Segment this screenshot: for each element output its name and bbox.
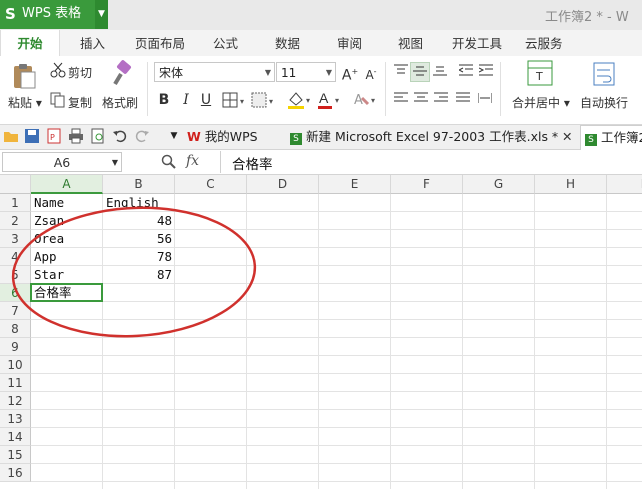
- tab-review[interactable]: 审阅: [337, 30, 362, 56]
- ribbon-divider: [385, 62, 386, 116]
- font-size-select[interactable]: 11 ▼: [276, 62, 336, 82]
- font-name-value: 宋体: [159, 66, 184, 80]
- tab-cloud[interactable]: 云服务: [525, 30, 563, 56]
- print-preview-icon[interactable]: [90, 128, 106, 144]
- tab-insert[interactable]: 插入: [80, 30, 105, 56]
- underline-icon[interactable]: U: [196, 90, 216, 110]
- decrease-indent-icon[interactable]: [456, 62, 476, 82]
- doc-tab-workbook2[interactable]: S 工作簿2: [580, 125, 642, 150]
- title-bar: S WPS 表格 ▼ 工作簿2 * - W: [0, 0, 642, 31]
- tab-formulas[interactable]: 公式: [213, 30, 238, 56]
- svg-text:A: A: [354, 93, 363, 108]
- align-left-icon[interactable]: [391, 90, 411, 110]
- tab-home[interactable]: 开始: [0, 30, 60, 56]
- bold-icon[interactable]: B: [154, 90, 174, 110]
- fill-color-icon[interactable]: ▾: [286, 90, 316, 113]
- formula-divider: [220, 151, 221, 173]
- svg-text:A: A: [319, 90, 329, 106]
- svg-text:▾: ▾: [240, 97, 244, 106]
- align-right-icon[interactable]: [431, 90, 451, 110]
- svg-text:P: P: [50, 133, 55, 142]
- wps-w-icon: W: [187, 129, 201, 144]
- doc-tab-label: 新建 Microsoft Excel 97-2003 工作表.xls *: [305, 129, 559, 144]
- save-icon[interactable]: [24, 128, 40, 144]
- undo-icon[interactable]: [112, 128, 128, 144]
- svg-text:T: T: [535, 70, 543, 83]
- copy-icon[interactable]: [50, 92, 66, 111]
- window-title: 工作簿2 * - W: [545, 10, 629, 25]
- format-painter-icon[interactable]: [106, 60, 134, 91]
- svg-text:▾: ▾: [335, 96, 339, 105]
- tab-view[interactable]: 视图: [398, 30, 423, 56]
- app-name: WPS 表格: [22, 6, 82, 21]
- scissors-icon[interactable]: [50, 62, 66, 81]
- svg-text:▾: ▾: [269, 97, 273, 106]
- format-painter-button[interactable]: 格式刷: [102, 94, 138, 111]
- merge-center-label: 合并居中: [512, 96, 561, 110]
- ribbon-divider: [500, 62, 501, 116]
- paste-icon[interactable]: [10, 62, 38, 90]
- customize-toolbar-icon[interactable]: ▼: [166, 128, 182, 144]
- increase-indent-icon[interactable]: [476, 62, 496, 82]
- wps-logo-icon: S: [5, 5, 16, 23]
- insert-function-icon[interactable]: fx: [186, 153, 199, 169]
- decrease-font-icon[interactable]: A-: [361, 62, 381, 82]
- formula-bar: A6 ▼ fx 合格率: [0, 150, 642, 175]
- doc-tab-label: 工作簿2: [600, 130, 642, 145]
- cut-button[interactable]: 剪切: [68, 64, 92, 81]
- wrap-text-icon[interactable]: [593, 62, 615, 89]
- font-color-icon[interactable]: A ▾: [317, 90, 347, 113]
- formula-input[interactable]: 合格率: [232, 153, 273, 173]
- paste-button[interactable]: 粘贴 ▾: [8, 94, 42, 111]
- doc-tab-close-icon[interactable]: ✕: [562, 125, 572, 149]
- export-pdf-icon[interactable]: P: [46, 128, 62, 144]
- merge-center-icon[interactable]: T: [527, 60, 553, 89]
- spreadsheet-icon: S: [290, 133, 302, 145]
- align-bottom-icon[interactable]: [430, 62, 450, 82]
- print-icon[interactable]: [68, 128, 84, 144]
- svg-text:▾: ▾: [306, 96, 310, 105]
- ribbon-tab-bar: 开始 插入 页面布局 公式 数据 审阅 视图 开发工具 云服务: [0, 30, 642, 56]
- tab-page-layout[interactable]: 页面布局: [135, 30, 185, 56]
- ribbon-divider: [147, 62, 148, 116]
- justify-icon[interactable]: [453, 90, 473, 110]
- app-menu-button[interactable]: S WPS 表格: [0, 0, 95, 29]
- open-folder-icon[interactable]: [3, 128, 19, 144]
- tab-data[interactable]: 数据: [275, 30, 300, 56]
- distributed-align-icon[interactable]: [475, 90, 495, 110]
- increase-font-icon[interactable]: A+: [340, 62, 360, 84]
- wrap-text-button[interactable]: 自动换行: [580, 94, 628, 111]
- align-center-icon[interactable]: [411, 90, 431, 110]
- app-menu-dropdown-icon[interactable]: ▼: [95, 0, 108, 29]
- redo-icon[interactable]: [134, 128, 150, 144]
- borders-icon[interactable]: ▾: [222, 92, 248, 111]
- copy-button[interactable]: 复制: [68, 94, 92, 111]
- clear-format-icon[interactable]: A ▾: [352, 90, 380, 113]
- zoom-function-icon[interactable]: [161, 154, 177, 173]
- font-size-value: 11: [281, 66, 297, 80]
- spreadsheet-icon: S: [585, 134, 597, 146]
- doc-tab-xls[interactable]: S 新建 Microsoft Excel 97-2003 工作表.xls *: [290, 125, 558, 149]
- font-name-select[interactable]: 宋体 ▼: [154, 62, 275, 82]
- italic-icon[interactable]: I: [176, 90, 196, 110]
- annotation-layer: [11, 206, 257, 338]
- name-box[interactable]: A6 ▼: [2, 152, 122, 172]
- quick-access-toolbar: P ▼ W 我的WPS S 新建 Microsoft Excel 97-2003…: [0, 125, 642, 150]
- align-middle-icon[interactable]: [410, 62, 430, 82]
- merge-center-button[interactable]: 合并居中 ▾: [512, 94, 570, 111]
- svg-text:▾: ▾: [371, 96, 375, 105]
- name-box-value: A6: [53, 155, 71, 170]
- ribbon-panel: 粘贴 ▾ 剪切 复制 格式刷 宋体 ▼ 11 ▼ A+ A- B I U ▾ ▾ ▾…: [0, 56, 642, 125]
- annotation-circle: [11, 206, 257, 338]
- doc-tab-my-wps[interactable]: W 我的WPS: [187, 125, 258, 149]
- paste-label: 粘贴: [8, 96, 33, 110]
- doc-tab-label: 我的WPS: [204, 129, 258, 144]
- align-top-icon[interactable]: [391, 62, 411, 82]
- tab-developer[interactable]: 开发工具: [452, 30, 502, 56]
- spreadsheet-grid[interactable]: ABCDEFGHI 12345678910111213141516 NameEn…: [0, 175, 642, 489]
- fill-pattern-icon[interactable]: ▾: [251, 92, 277, 111]
